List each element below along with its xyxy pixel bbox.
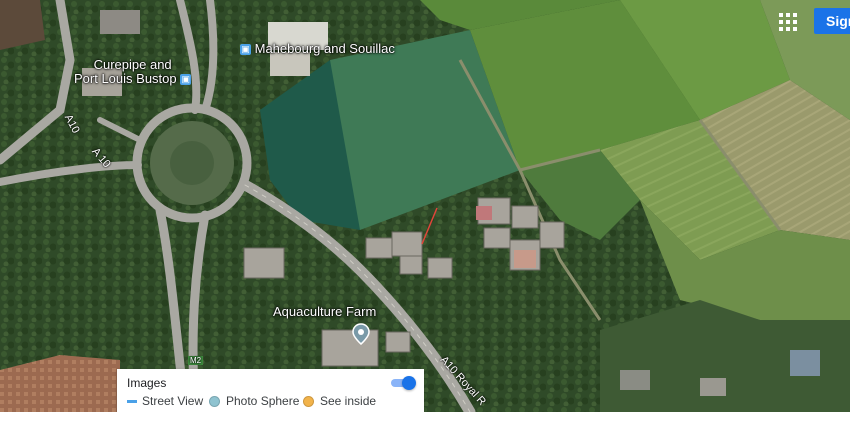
poi-mahebourg-souillac[interactable]: ▣ Mahebourg and Souillac (240, 42, 395, 56)
legend-street-view: Street View (127, 394, 203, 408)
images-layer-panel: Images Street View Photo Sphere See insi… (117, 369, 424, 412)
poi-label-line1: Curepipe and (93, 57, 172, 72)
bus-stop-icon: ▣ (240, 44, 251, 56)
road-label-m2: M2 (188, 356, 204, 365)
satellite-map[interactable]: ▣ Mahebourg and Souillac Curepipe and Po… (0, 0, 850, 412)
legend-see-inside: See inside (303, 394, 376, 408)
poi-label: Aquaculture Farm (273, 304, 377, 319)
poi-label: Mahebourg and Souillac (254, 41, 395, 56)
page-bottom-strip (0, 412, 850, 433)
legend-label: Street View (142, 394, 204, 408)
poi-label-line2: Port Louis Bustop (74, 71, 177, 86)
legend-label: See inside (320, 394, 377, 408)
see-inside-dot-icon (303, 395, 314, 407)
legend-label: Photo Sphere (226, 394, 300, 408)
photo-sphere-dot-icon (209, 395, 220, 407)
poi-curepipe-port-louis[interactable]: Curepipe and Port Louis Bustop ▣ (74, 57, 192, 86)
sign-in-button[interactable]: Sign in (814, 8, 850, 34)
apps-grid-icon[interactable] (774, 8, 802, 36)
place-pin-icon[interactable] (352, 323, 370, 345)
bus-stop-icon: ▣ (180, 74, 192, 86)
layer-panel-title: Images (127, 376, 167, 390)
legend-photo-sphere: Photo Sphere (209, 394, 299, 408)
poi-aquaculture-farm[interactable]: Aquaculture Farm (273, 305, 376, 319)
images-layer-toggle[interactable] (389, 376, 416, 390)
toggle-knob (402, 376, 416, 390)
street-view-line-icon (127, 399, 137, 403)
